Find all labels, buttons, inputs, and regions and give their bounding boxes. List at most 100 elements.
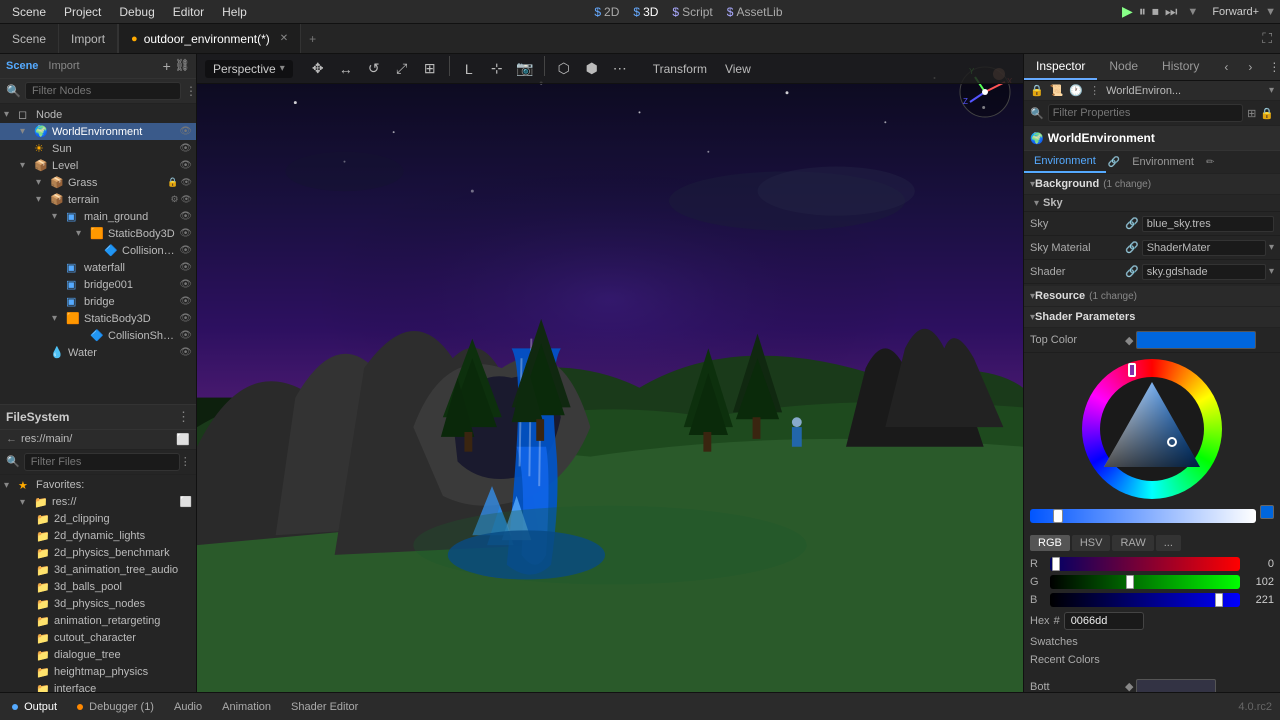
fs-item-interface[interactable]: 📁 interface bbox=[0, 681, 196, 692]
file-tab-outdoor[interactable]: ● outdoor_environment(*) ✕ bbox=[119, 24, 301, 53]
visibility-icon[interactable]: 👁 bbox=[179, 143, 192, 154]
bott-color-swatch[interactable] bbox=[1136, 679, 1216, 693]
tab-close-icon[interactable]: ✕ bbox=[280, 33, 288, 44]
viewport-tool-5[interactable]: ⊞ bbox=[417, 56, 443, 82]
fs-item-heightmap[interactable]: 📁 heightmap_physics bbox=[0, 664, 196, 681]
visibility-icon[interactable]: 👁 bbox=[181, 194, 192, 205]
fs-item-3d-anim[interactable]: 📁 3d_animation_tree_audio bbox=[0, 562, 196, 579]
script-icon[interactable]: 📜 bbox=[1050, 84, 1064, 97]
mode-3d[interactable]: $3D bbox=[633, 5, 658, 19]
r-slider[interactable] bbox=[1050, 557, 1240, 571]
fs-res-item[interactable]: ▾ 📁 res:// ⬜ bbox=[0, 494, 196, 511]
tree-item-worldenvironment[interactable]: ▾ 🌍 WorldEnvironment 👁 bbox=[0, 123, 196, 140]
fs-item-2d-dynamic[interactable]: 📁 2d_dynamic_lights bbox=[0, 528, 196, 545]
resource-section-header[interactable]: ▾ Resource (1 change) bbox=[1024, 286, 1280, 307]
visibility-icon[interactable]: 👁 bbox=[179, 211, 192, 222]
output-tab[interactable]: Output bbox=[8, 699, 61, 715]
visibility-icon[interactable]: 👁 bbox=[179, 347, 192, 358]
panel-scene-tab[interactable]: Scene bbox=[0, 24, 59, 53]
kebab-icon[interactable]: ⋮ bbox=[1089, 84, 1100, 97]
inspector-tab[interactable]: Inspector bbox=[1024, 54, 1097, 80]
brightness-slider[interactable] bbox=[1030, 509, 1256, 523]
tree-item-node[interactable]: ▾ ◻ Node bbox=[0, 106, 196, 123]
viewport-tool-soft[interactable]: ⬢ bbox=[579, 56, 605, 82]
filter-options-icon[interactable]: ⊞ bbox=[1247, 107, 1256, 120]
audio-tab[interactable]: Audio bbox=[170, 699, 206, 715]
add-node-icon[interactable]: + bbox=[163, 58, 171, 74]
lock-icon[interactable]: 🔒 bbox=[1030, 84, 1044, 97]
stop-button[interactable]: ⏹ bbox=[1152, 3, 1159, 20]
menu-debug[interactable]: Debug bbox=[111, 3, 162, 21]
menu-scene[interactable]: Scene bbox=[4, 3, 54, 21]
raw-tab[interactable]: RAW bbox=[1112, 535, 1153, 551]
back-icon[interactable]: ← bbox=[6, 433, 17, 445]
fs-options-icon[interactable]: ⋮ bbox=[180, 455, 191, 468]
maximize-viewport-button[interactable]: ⛶ bbox=[1262, 30, 1272, 47]
hsv-tab[interactable]: HSV bbox=[1072, 535, 1111, 551]
menu-editor[interactable]: Editor bbox=[165, 3, 212, 21]
shader-editor-tab[interactable]: Shader Editor bbox=[287, 699, 362, 715]
tree-item-bridge001[interactable]: ▣ bridge001 👁 bbox=[0, 276, 196, 293]
tree-item-main-ground[interactable]: ▾ ▣ main_ground 👁 bbox=[0, 208, 196, 225]
viewport-tool-1[interactable]: ✥ bbox=[305, 56, 331, 82]
fs-item-dialogue[interactable]: 📁 dialogue_tree bbox=[0, 647, 196, 664]
nav-fwd-icon[interactable]: › bbox=[1239, 56, 1261, 78]
filesystem-options-icon[interactable]: ⋮ bbox=[177, 409, 190, 425]
viewport-tool-local[interactable]: L bbox=[456, 56, 482, 82]
tree-item-staticbody-1[interactable]: ▾ 🟧 StaticBody3D 👁 bbox=[0, 225, 196, 242]
animate-icon[interactable]: ⚙ bbox=[170, 194, 178, 205]
visibility-icon[interactable]: 👁 bbox=[181, 177, 192, 188]
viewport-tool-2[interactable]: ↔ bbox=[333, 56, 359, 82]
instance-scene-icon[interactable]: ⛓ bbox=[175, 58, 190, 74]
visibility-icon[interactable]: 👁 bbox=[179, 160, 192, 171]
filter-options-icon[interactable]: ⋮ bbox=[185, 84, 197, 98]
tree-item-staticbody-2[interactable]: ▾ 🟧 StaticBody3D 👁 bbox=[0, 310, 196, 327]
top-color-swatch[interactable] bbox=[1136, 331, 1256, 349]
hex-input[interactable] bbox=[1064, 612, 1144, 630]
fs-filter-input[interactable] bbox=[24, 453, 180, 471]
tree-item-level[interactable]: ▾ 📦 Level 👁 bbox=[0, 157, 196, 174]
filter-properties-input[interactable] bbox=[1048, 104, 1243, 122]
menu-help[interactable]: Help bbox=[214, 3, 255, 21]
shader-params-header[interactable]: ▾ Shader Parameters bbox=[1024, 307, 1280, 328]
tree-item-bridge[interactable]: ▣ bridge 👁 bbox=[0, 293, 196, 310]
panel-import-tab[interactable]: Import bbox=[59, 24, 118, 53]
menu-project[interactable]: Project bbox=[56, 3, 109, 21]
recent-colors-toggle[interactable]: Recent Colors bbox=[1030, 651, 1274, 669]
fs-favorites-item[interactable]: ▾ ★ Favorites: bbox=[0, 477, 196, 494]
viewport-tool-debug[interactable]: ⬡ bbox=[551, 56, 577, 82]
visibility-icon[interactable]: 👁 bbox=[179, 313, 192, 324]
b-slider[interactable] bbox=[1050, 593, 1240, 607]
tree-item-sun[interactable]: ☀ Sun 👁 bbox=[0, 140, 196, 157]
env-edit-icon[interactable]: ✏ bbox=[1206, 157, 1214, 168]
breadcrumb-down-icon[interactable]: ▾ bbox=[1269, 85, 1274, 96]
viewport-tool-camera[interactable]: 📷 bbox=[512, 56, 538, 82]
transform-label[interactable]: Transform bbox=[645, 60, 715, 78]
tree-item-collision-2[interactable]: 🔷 CollisionShape3D 👁 bbox=[0, 327, 196, 344]
visibility-icon[interactable]: 👁 bbox=[179, 279, 192, 290]
viewport-tool-more[interactable]: ⋯ bbox=[607, 56, 633, 82]
tab-add-button[interactable]: + bbox=[301, 28, 324, 50]
tree-item-terrain[interactable]: ▾ 📦 terrain ⚙ 👁 bbox=[0, 191, 196, 208]
inspector-options-icon[interactable]: ⋮ bbox=[1263, 56, 1280, 78]
animation-tab[interactable]: Animation bbox=[218, 699, 275, 715]
perspective-label[interactable]: Perspective ▾ bbox=[205, 60, 293, 78]
more-tab[interactable]: ... bbox=[1156, 535, 1181, 551]
viewport[interactable]: Perspective ▾ ✥ ↔ ↺ ⤢ ⊞ L ⊹ 📷 ⬡ ⬢ ⋯ Tran… bbox=[197, 54, 1023, 692]
tree-item-water[interactable]: 💧 Water 👁 bbox=[0, 344, 196, 361]
tree-item-grass[interactable]: ▾ 📦 Grass 🔒 👁 bbox=[0, 174, 196, 191]
scene-filter-input[interactable] bbox=[25, 82, 181, 100]
visibility-icon[interactable]: 👁 bbox=[179, 296, 192, 307]
visibility-icon[interactable]: 👁 bbox=[179, 245, 192, 256]
viewport-tool-snap[interactable]: ⊹ bbox=[484, 56, 510, 82]
shader-down-icon[interactable]: ▾ bbox=[1269, 266, 1274, 277]
visibility-icon[interactable]: 👁 bbox=[179, 228, 192, 239]
lock-icon[interactable]: 🔒 bbox=[167, 177, 178, 188]
fs-item-3d-physics[interactable]: 📁 3d_physics_nodes bbox=[0, 596, 196, 613]
viewport-tool-4[interactable]: ⤢ bbox=[389, 56, 415, 82]
swatches-toggle[interactable]: Swatches bbox=[1030, 633, 1274, 651]
step-button[interactable]: ⏭ bbox=[1165, 3, 1178, 20]
history-tab[interactable]: History bbox=[1150, 54, 1211, 80]
shader-link-icon[interactable]: 🔗 bbox=[1125, 265, 1139, 278]
env-tab-value[interactable]: Environment bbox=[1122, 152, 1204, 172]
